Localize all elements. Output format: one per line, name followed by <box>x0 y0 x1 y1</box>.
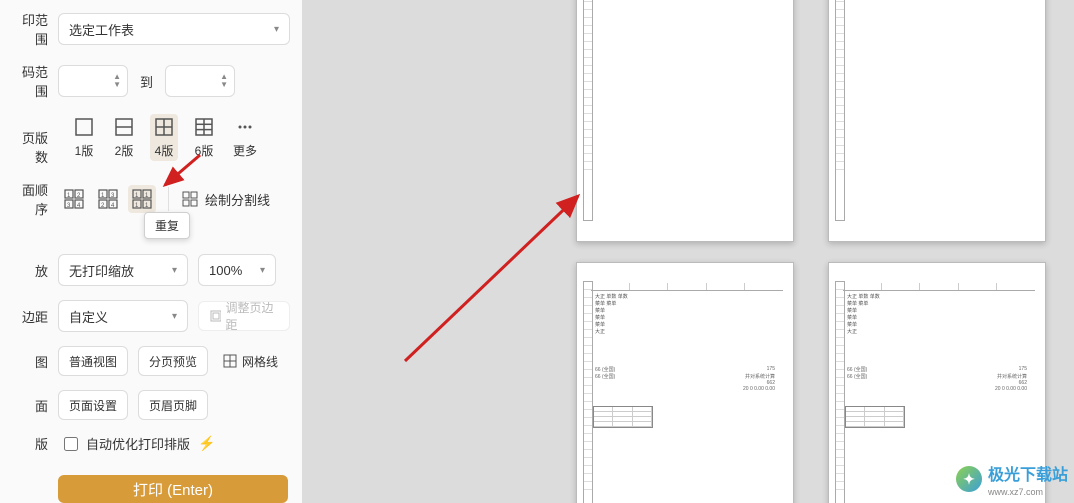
margin-icon <box>209 309 221 323</box>
layout-6up-label: 6版 <box>195 142 214 159</box>
layout-1up-label: 1版 <box>75 142 94 159</box>
watermark-logo-icon: ✦ <box>956 466 982 492</box>
lightning-icon: ⚡ <box>198 435 215 452</box>
page-settings-button[interactable]: 页面设置 <box>58 390 128 420</box>
draw-split-line[interactable]: 绘制分割线 <box>181 190 270 209</box>
split-line-label: 绘制分割线 <box>205 190 270 209</box>
adjust-margin-label: 调整页边距 <box>225 299 279 333</box>
gridlines-button[interactable]: 网格线 <box>218 346 282 376</box>
page-to-spinner[interactable]: ▲▼ <box>165 65 235 97</box>
preview-page-bottom-left: 大正 单数 单数菜单 菜单菜单菜单菜单大正 66 (全国)175 66 (全国)… <box>576 262 794 503</box>
auto-optimize-checkbox[interactable] <box>64 437 78 451</box>
layout-2up-label: 2版 <box>115 142 134 159</box>
spinner-buttons[interactable]: ▲▼ <box>220 73 228 89</box>
page-preview-button[interactable]: 分页预览 <box>138 346 208 376</box>
margin-select[interactable]: 自定义 ▾ <box>58 300 188 332</box>
preview-page-top-right <box>828 0 1046 242</box>
normal-view-button[interactable]: 普通视图 <box>58 346 128 376</box>
auto-optimize-label: 自动优化打印排版 <box>86 434 190 453</box>
margin-value: 自定义 <box>69 307 108 326</box>
view-label: 图 <box>12 352 48 371</box>
grid-icon <box>222 353 238 369</box>
to-label: 到 <box>138 72 155 91</box>
layout-4up[interactable]: 4版 <box>150 114 178 161</box>
print-range-value: 选定工作表 <box>69 20 134 39</box>
layout-more-label: 更多 <box>233 142 257 159</box>
gridlines-label: 网格线 <box>242 353 278 370</box>
page-range-label: 码范围 <box>12 62 48 100</box>
print-button-label: 打印 (Enter) <box>133 479 213 500</box>
order-repeat[interactable]: 1111 <box>128 185 156 213</box>
order-repeat-icon: 1111 <box>131 188 153 210</box>
chevron-down-icon: ▾ <box>172 265 177 276</box>
page-from-spinner[interactable]: ▲▼ <box>58 65 128 97</box>
page-order-options: 1234 1324 1111 <box>60 185 156 213</box>
print-range-label: 印范围 <box>12 10 48 48</box>
header-footer-button[interactable]: 页眉页脚 <box>138 390 208 420</box>
chevron-down-icon: ▾ <box>274 24 279 35</box>
chevron-down-icon: ▾ <box>260 265 265 276</box>
layout-6up[interactable]: 6版 <box>190 114 218 161</box>
scale-mode-value: 无打印缩放 <box>69 261 134 280</box>
page-label: 面 <box>12 396 48 415</box>
adjust-margin-button[interactable]: 调整页边距 <box>198 301 290 331</box>
scale-percent-value: 100% <box>209 263 242 278</box>
layout-2up-icon <box>113 116 135 138</box>
layout-count-label: 页版数 <box>12 128 48 166</box>
spinner-buttons[interactable]: ▲▼ <box>113 73 121 89</box>
print-range-select[interactable]: 选定工作表 ▾ <box>58 13 290 45</box>
layout-options: 1版 2版 4版 6版 更多 <box>70 114 260 161</box>
split-line-icon <box>181 190 199 208</box>
scale-percent-select[interactable]: 100% ▾ <box>198 254 276 286</box>
order-horizontal[interactable]: 1234 <box>60 185 88 213</box>
layout-more[interactable]: 更多 <box>230 114 260 161</box>
layout-4up-icon <box>153 116 175 138</box>
layout-opt-label: 版 <box>12 434 48 453</box>
layout-4up-label: 4版 <box>155 142 174 159</box>
divider <box>168 187 169 211</box>
layout-6up-icon <box>193 116 215 138</box>
layout-1up[interactable]: 1版 <box>70 114 98 161</box>
layout-2up[interactable]: 2版 <box>110 114 138 161</box>
more-icon <box>234 116 256 138</box>
scale-label: 放 <box>12 261 48 280</box>
margin-label: 边距 <box>12 307 48 326</box>
print-settings-sidebar: 印范围 选定工作表 ▾ 码范围 ▲▼ 到 ▲▼ 页版数 1版 2版 <box>0 0 302 503</box>
watermark-name: 极光下载站 <box>988 461 1068 485</box>
print-button[interactable]: 打印 (Enter) <box>58 475 288 503</box>
watermark-url: www.xz7.com <box>988 487 1068 497</box>
repeat-tooltip: 重复 <box>144 212 190 239</box>
order-horizontal-icon: 1234 <box>63 188 85 210</box>
layout-1up-icon <box>73 116 95 138</box>
chevron-down-icon: ▾ <box>172 311 177 322</box>
watermark: ✦ 极光下载站 www.xz7.com <box>956 461 1068 497</box>
print-preview-area: 大正 单数 单数菜单 菜单菜单菜单菜单大正 66 (全国)175 66 (全国)… <box>302 0 1074 503</box>
preview-page-top-left <box>576 0 794 242</box>
page-order-label: 面顺序 <box>12 180 48 218</box>
order-vertical-icon: 1324 <box>97 188 119 210</box>
order-vertical[interactable]: 1324 <box>94 185 122 213</box>
scale-mode-select[interactable]: 无打印缩放 ▾ <box>58 254 188 286</box>
